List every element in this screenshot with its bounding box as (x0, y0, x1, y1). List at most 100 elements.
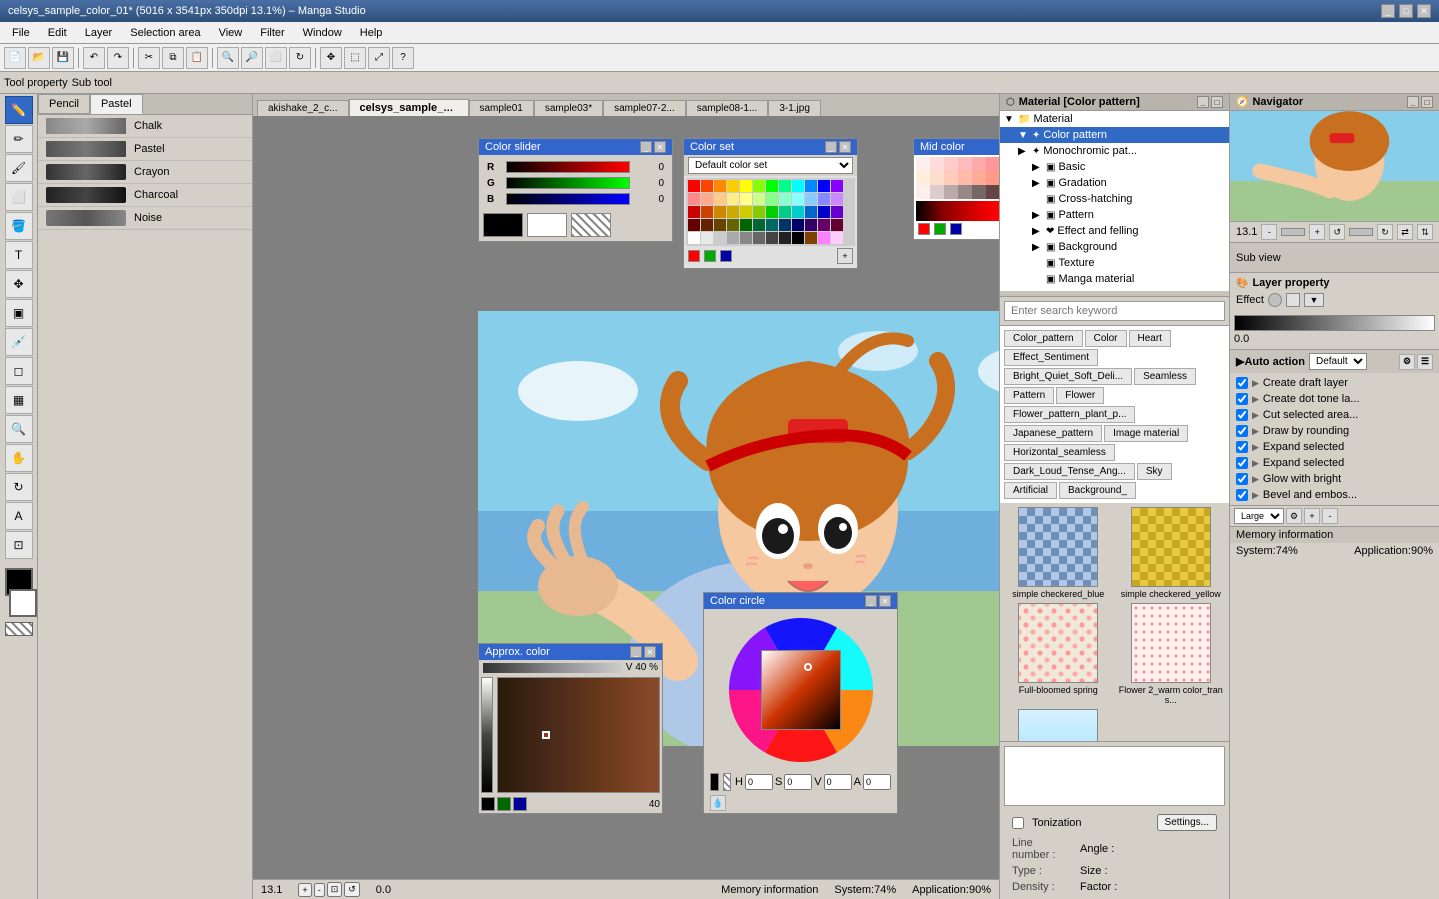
tag-flower[interactable]: Flower (1056, 387, 1104, 404)
tree-texture[interactable]: ▣ Texture (1000, 255, 1229, 271)
color-cell[interactable] (701, 206, 713, 218)
approx-swatch-blue[interactable] (513, 797, 527, 811)
mid-color-cell[interactable] (986, 185, 999, 199)
color-cell[interactable] (753, 180, 765, 192)
tag-effect[interactable]: Effect_Sentiment (1004, 349, 1098, 366)
color-cell[interactable] (818, 232, 830, 244)
color-cell[interactable] (753, 206, 765, 218)
color-set-close[interactable]: ✕ (839, 141, 851, 153)
auto-action-dropdown[interactable]: Default (1309, 353, 1367, 370)
color-cell[interactable] (818, 180, 830, 192)
action-check-1[interactable] (1236, 393, 1248, 405)
menu-edit[interactable]: Edit (40, 25, 75, 41)
color-cell[interactable] (805, 232, 817, 244)
color-cell[interactable] (831, 232, 843, 244)
mid-color-cell[interactable] (930, 185, 944, 199)
action-check-6[interactable] (1236, 473, 1248, 485)
mid-color-cell[interactable] (958, 171, 972, 185)
tree-monochromic[interactable]: ▶ ✦ Monochromic pat... (1000, 143, 1229, 159)
tag-background[interactable]: Background_ (1059, 482, 1136, 499)
mid-color-cell[interactable] (986, 171, 999, 185)
toolbar-new[interactable]: 📄 (4, 47, 26, 69)
color-cell[interactable] (805, 206, 817, 218)
brush-tab-pastel[interactable]: Pastel (90, 94, 143, 114)
tool-pencil[interactable]: ✏ (5, 125, 33, 153)
tag-flower-pattern[interactable]: Flower_pattern_plant_p... (1004, 406, 1135, 423)
mid-color-cell[interactable] (944, 185, 958, 199)
nav-rotate-right[interactable]: ↻ (1377, 224, 1393, 240)
tool-misc[interactable]: ⊡ (5, 531, 33, 559)
color-cell[interactable] (792, 232, 804, 244)
tree-material[interactable]: ▼ 📁 Material (1000, 111, 1229, 127)
settings-btn[interactable]: Settings... (1157, 814, 1217, 831)
h-input[interactable] (745, 774, 773, 790)
nav-flip[interactable]: ⇅ (1417, 224, 1433, 240)
action-expand-5[interactable]: ▶ (1252, 458, 1259, 469)
tab-6[interactable]: 3-1.jpg (768, 100, 821, 116)
color-cell[interactable] (831, 180, 843, 192)
tab-1[interactable]: celsys_sample_color_01* ✕ (349, 99, 469, 116)
toolbar-open[interactable]: 📂 (28, 47, 50, 69)
color-slider-close[interactable]: ✕ (654, 141, 666, 153)
action-expand-3[interactable]: ▶ (1252, 426, 1259, 437)
bg-swatch[interactable] (527, 213, 567, 237)
r-slider[interactable] (506, 161, 630, 173)
toolbar-redo[interactable]: ↷ (107, 47, 129, 69)
thumb-checkered-yellow[interactable]: simple checkered_yellow (1117, 507, 1226, 599)
brush-tab-pencil[interactable]: Pencil (38, 94, 90, 114)
menu-help[interactable]: Help (352, 25, 391, 41)
tool-move[interactable]: ✥ (5, 270, 33, 298)
aa-settings[interactable]: ⚙ (1399, 354, 1415, 370)
mid-color-cell[interactable] (944, 171, 958, 185)
color-cell[interactable] (779, 193, 791, 205)
color-add-btn[interactable]: + (837, 248, 853, 264)
color-cell[interactable] (779, 206, 791, 218)
action-check-3[interactable] (1236, 425, 1248, 437)
color-cell[interactable] (727, 206, 739, 218)
approx-grid[interactable] (497, 677, 660, 793)
toolbar-save[interactable]: 💾 (52, 47, 74, 69)
brush-noise[interactable]: Noise (38, 207, 252, 230)
color-cell[interactable] (818, 193, 830, 205)
mid-color-cell[interactable] (916, 171, 930, 185)
mid-color-gradient-bar[interactable] (916, 201, 999, 221)
mid-color-cell[interactable] (972, 185, 986, 199)
color-cell[interactable] (753, 219, 765, 231)
mid-color-cell[interactable] (958, 157, 972, 171)
toolbar-rotate[interactable]: ↻ (289, 47, 311, 69)
s-input[interactable] (784, 774, 812, 790)
action-settings-btn[interactable]: ⚙ (1286, 508, 1302, 524)
color-saturation-box[interactable] (761, 650, 841, 730)
tree-gradation[interactable]: ▶ ▣ Gradation (1000, 175, 1229, 191)
tag-image-material[interactable]: Image material (1104, 425, 1188, 442)
action-add-btn[interactable]: + (1304, 508, 1320, 524)
color-cell[interactable] (766, 219, 778, 231)
toolbar-undo[interactable]: ↶ (83, 47, 105, 69)
g-slider[interactable] (506, 177, 630, 189)
action-check-7[interactable] (1236, 489, 1248, 501)
tree-crosshatch[interactable]: ▣ Cross-hatching (1000, 191, 1229, 207)
zoom-out-btn[interactable]: - (314, 883, 325, 897)
tab-5[interactable]: sample08-1... (686, 100, 769, 116)
color-ind-1[interactable] (688, 250, 700, 262)
a-input[interactable] (863, 774, 891, 790)
color-cell[interactable] (779, 232, 791, 244)
color-cell[interactable] (818, 206, 830, 218)
toolbar-zoom-out[interactable]: 🔎 (241, 47, 263, 69)
tool-eraser[interactable]: ⬜ (5, 183, 33, 211)
color-cell[interactable] (740, 232, 752, 244)
tool-bucket[interactable]: 🪣 (5, 212, 33, 240)
minimize-btn[interactable]: _ (1381, 4, 1395, 18)
tool-pen[interactable]: ✏️ (5, 96, 33, 124)
toolbar-cut[interactable]: ✂ (138, 47, 160, 69)
color-cell[interactable] (740, 193, 752, 205)
color-cell[interactable] (727, 219, 739, 231)
mid-color-cell[interactable] (972, 157, 986, 171)
action-check-2[interactable] (1236, 409, 1248, 421)
action-size-dropdown[interactable]: Large (1234, 508, 1284, 524)
mid-color-cell[interactable] (972, 171, 986, 185)
transparent-color[interactable] (5, 622, 33, 636)
transparent-swatch[interactable] (571, 213, 611, 237)
color-cell[interactable] (688, 206, 700, 218)
cc-fg-swatch[interactable] (710, 773, 719, 791)
